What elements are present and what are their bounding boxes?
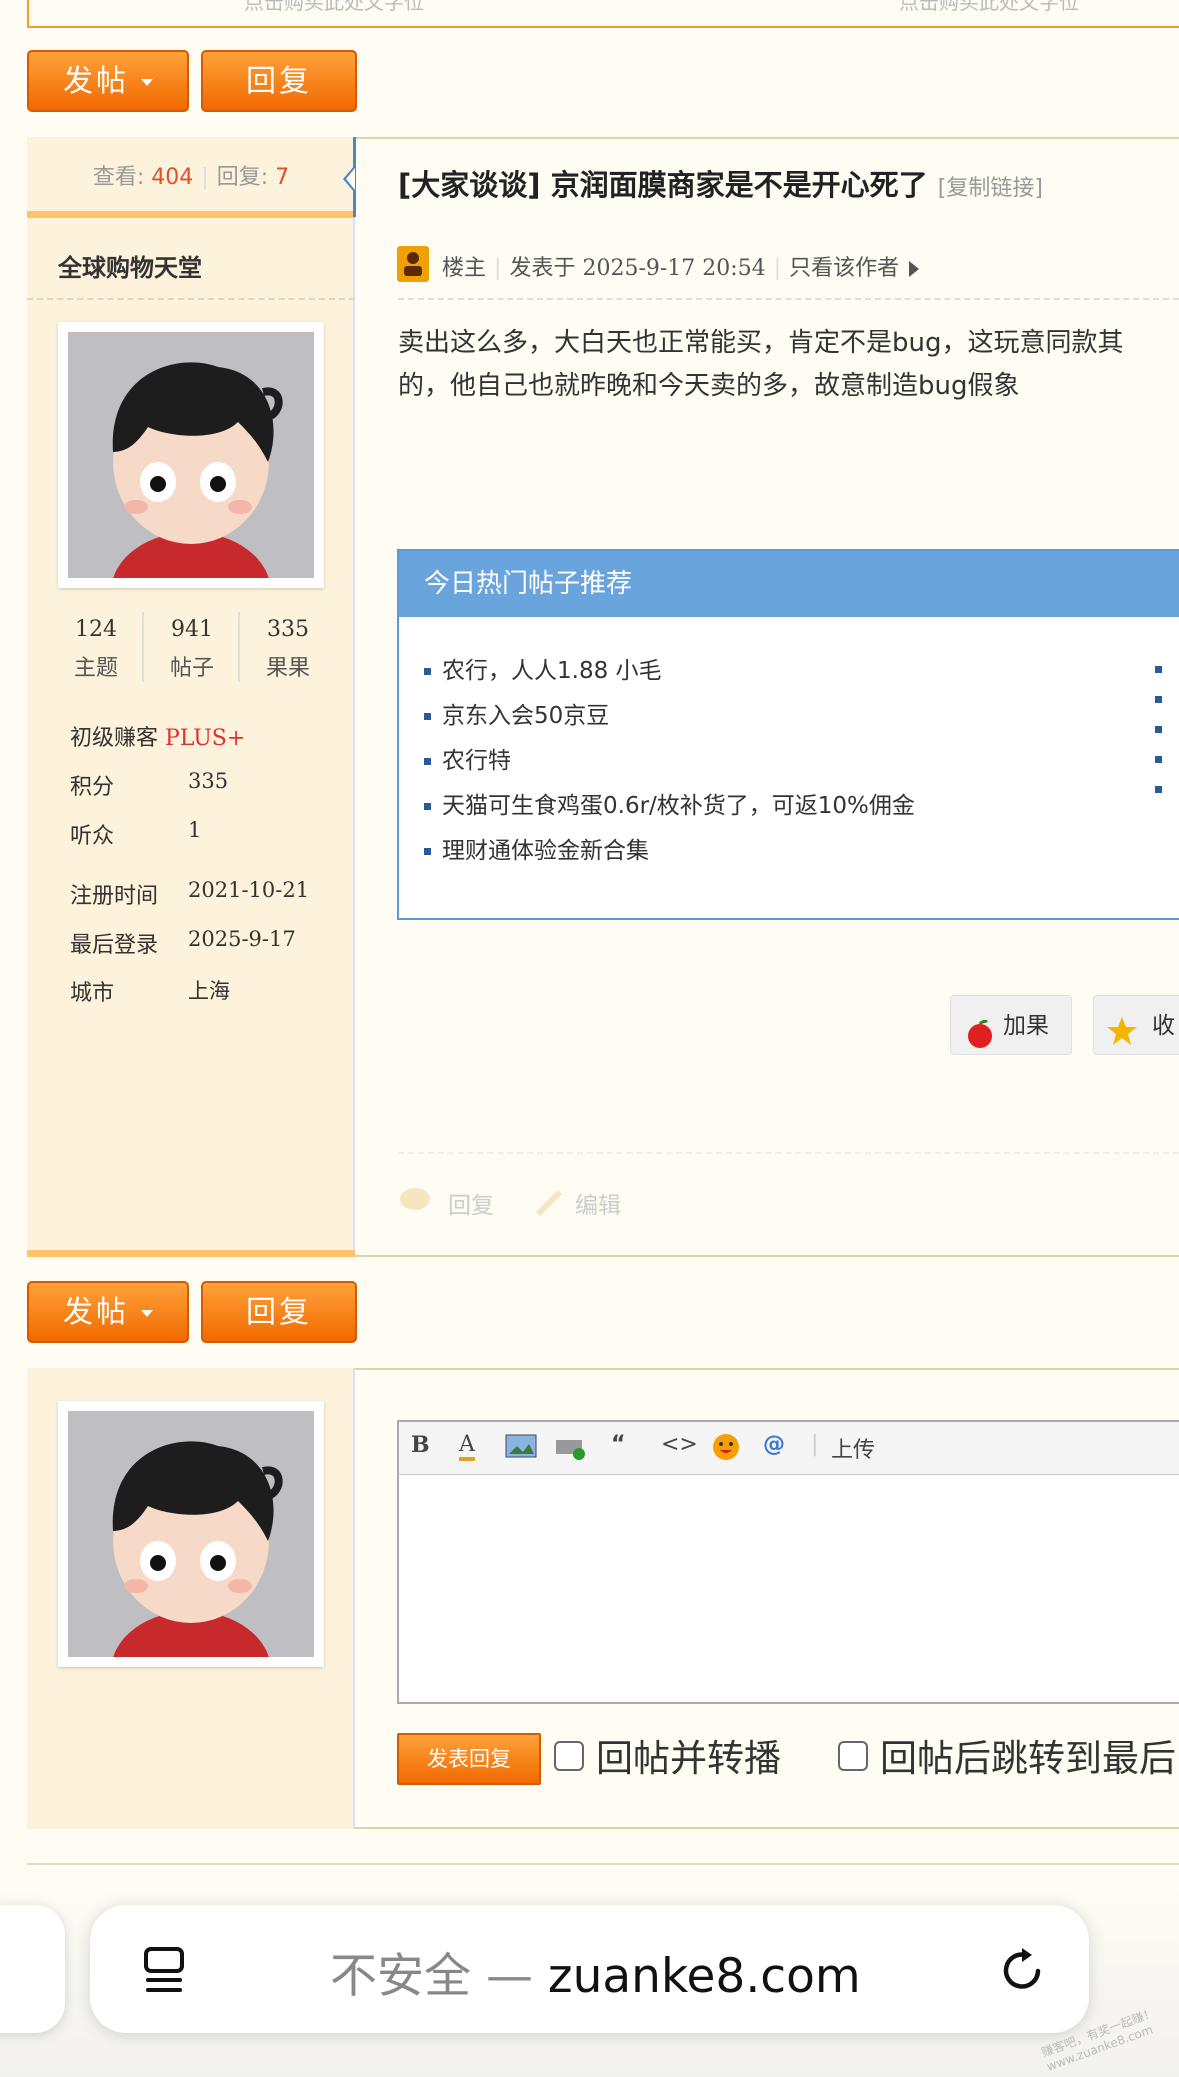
author-sidebar: [27, 137, 355, 1257]
emoji-icon[interactable]: [711, 1432, 741, 1468]
list-item[interactable]: 理财通体验金新合集: [424, 831, 915, 876]
divider: [398, 298, 1179, 300]
followers-value: 1: [188, 818, 202, 842]
reg-date-label: 注册时间: [70, 884, 159, 909]
edit-link[interactable]: 编辑: [575, 1186, 621, 1220]
op-label: 楼主: [442, 256, 487, 281]
attachment-icon[interactable]: [555, 1436, 587, 1466]
reply-textarea[interactable]: [399, 1475, 1179, 1702]
list-item[interactable]: 天猫可生食鸡蛋0.6r/枚补货了，可返10%佣金: [424, 786, 915, 831]
replies-count: 7: [275, 165, 290, 190]
caret-down-icon: [141, 79, 153, 86]
ad-strip: 点击购买此处文字位 点击购买此处文字位: [27, 0, 1179, 28]
reply-link[interactable]: 回复: [448, 1186, 494, 1220]
add-fruit-button[interactable]: 加果: [950, 995, 1072, 1055]
url-text: 不安全 — zuanke8.com: [330, 1949, 861, 2004]
ad-text-right[interactable]: 点击购买此处文字位: [899, 0, 1079, 15]
address-bar[interactable]: 不安全 — zuanke8.com: [90, 1905, 1089, 2033]
page-menu-icon[interactable]: [142, 1945, 186, 1995]
list-item[interactable]: 农行特: [424, 741, 915, 786]
user-badge-icon: [397, 246, 429, 282]
my-avatar: [58, 1401, 324, 1667]
submit-reply-button[interactable]: 发表回复: [397, 1733, 541, 1785]
reply-editor: B A “ <> @ | 上传: [397, 1420, 1179, 1704]
repost-checkbox[interactable]: [554, 1741, 584, 1771]
mention-button[interactable]: @: [763, 1432, 785, 1457]
divider: [27, 1250, 355, 1257]
last-login-value: 2025-9-17: [188, 927, 296, 951]
new-post-label: 发帖: [63, 1295, 129, 1330]
new-post-label: 发帖: [63, 64, 129, 99]
ad-text-left[interactable]: 点击购买此处文字位: [244, 0, 424, 15]
stat-fruits[interactable]: 335 果果: [240, 617, 336, 682]
only-author-link[interactable]: 只看该作者: [789, 256, 899, 281]
avatar-image: [112, 1441, 283, 1657]
previous-tab[interactable]: [0, 1905, 65, 2033]
views-label: 查看:: [92, 165, 145, 190]
post-content: 卖出这么多，大白天也正常能买，肯定不是bug，这玩意同款其 的，他自己也就昨晚和…: [398, 328, 1124, 401]
avatar[interactable]: [58, 322, 324, 588]
bold-button[interactable]: B: [411, 1432, 430, 1458]
code-button[interactable]: <>: [661, 1432, 698, 1457]
city-value: 上海: [188, 979, 230, 1003]
image-icon[interactable]: [505, 1434, 537, 1464]
user-rank: 初级赚客 PLUS+: [70, 726, 246, 751]
hot-posts-panel: 今日热门帖子推荐 农行，人人1.88 小毛 京东入会50京豆 农行特 天猫可生食…: [397, 549, 1179, 920]
thread-category[interactable]: [大家谈谈]: [398, 168, 541, 202]
new-post-button-bottom[interactable]: 发帖: [27, 1281, 189, 1343]
reply-button[interactable]: 回复: [201, 50, 357, 112]
font-color-button[interactable]: A: [459, 1432, 475, 1461]
views-count: 404: [151, 165, 194, 190]
replies-label: 回复:: [216, 165, 269, 190]
favorite-label: 收: [1152, 1013, 1175, 1039]
stat-posts[interactable]: 941 帖子: [144, 617, 240, 682]
hot-posts-list: 农行，人人1.88 小毛 京东入会50京豆 农行特 天猫可生食鸡蛋0.6r/枚补…: [424, 651, 915, 876]
avatar-image: [112, 362, 283, 578]
reload-icon[interactable]: [998, 1945, 1048, 1995]
favorite-button[interactable]: 收: [1093, 995, 1179, 1055]
list-item[interactable]: 京东入会50京豆: [424, 696, 915, 741]
repost-label: 回帖并转播: [596, 1737, 781, 1780]
reply-post-icon: [398, 1186, 432, 1220]
points-label: 积分: [70, 775, 115, 800]
copy-link[interactable]: [复制链接]: [938, 176, 1043, 201]
posted-label: 发表于: [509, 256, 576, 281]
pointer-arrow-inner: [346, 168, 355, 190]
points-value: 335: [188, 769, 229, 793]
caret-down-icon: [141, 1310, 153, 1317]
apple-icon: [965, 1012, 995, 1072]
stat-threads[interactable]: 124 主题: [48, 617, 144, 682]
play-arrow-icon: [909, 261, 920, 277]
upload-button[interactable]: 上传: [831, 1432, 875, 1464]
jump-last-checkbox[interactable]: [838, 1741, 868, 1771]
star-icon: [1106, 1010, 1138, 1070]
reply-button-bottom[interactable]: 回复: [201, 1281, 357, 1343]
jump-last-label: 回帖后跳转到最后: [880, 1737, 1176, 1780]
city-label: 城市: [70, 981, 115, 1006]
domain-text: zuanke8.com: [547, 1949, 861, 2004]
hot-posts-list-col2: [1155, 651, 1162, 816]
last-login-label: 最后登录: [70, 933, 159, 958]
reg-date-value: 2021-10-21: [188, 878, 310, 902]
plus-badge: PLUS+: [165, 726, 246, 751]
pencil-icon: [532, 1186, 566, 1220]
divider: [27, 1863, 1179, 1865]
editor-toolbar: B A “ <> @ | 上传: [399, 1422, 1179, 1475]
hot-posts-header: 今日热门帖子推荐: [399, 551, 1179, 617]
divider: [27, 298, 355, 300]
quote-button[interactable]: “: [611, 1432, 625, 1457]
new-post-button[interactable]: 发帖: [27, 50, 189, 112]
followers-label: 听众: [70, 824, 115, 849]
add-fruit-label: 加果: [1003, 1013, 1049, 1039]
thread-stats: 查看: 404 | 回复: 7: [27, 138, 355, 218]
list-item[interactable]: 农行，人人1.88 小毛: [424, 651, 915, 696]
posted-at: 2025-9-17 20:54: [582, 256, 766, 281]
thread-title-text: 京润面膜商家是不是开心死了: [550, 168, 928, 202]
thread-title: [大家谈谈] 京润面膜商家是不是开心死了 [复制链接]: [398, 162, 1043, 204]
insecure-label: 不安全: [330, 1949, 471, 2004]
divider: [398, 1152, 1179, 1154]
author-name[interactable]: 全球购物天堂: [58, 248, 202, 283]
post-meta: 楼主 | 发表于 2025-9-17 20:54 | 只看该作者: [442, 250, 920, 282]
